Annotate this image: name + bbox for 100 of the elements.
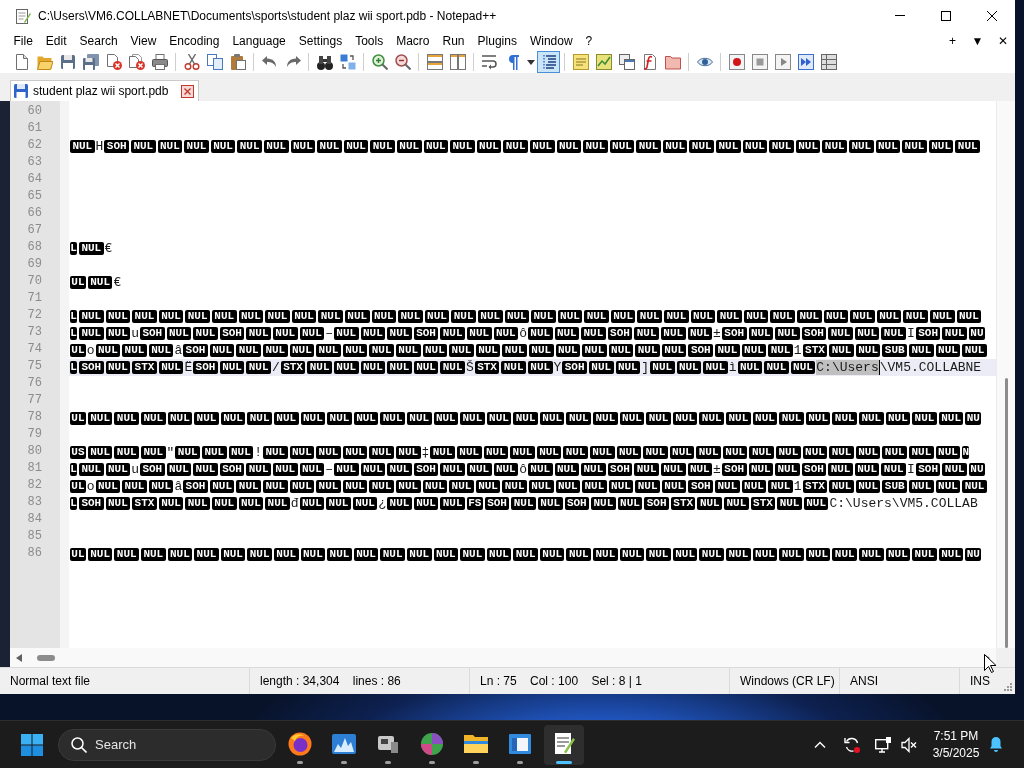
folder-icon xyxy=(664,54,681,70)
control-char-symbol: NUL xyxy=(289,446,315,459)
line-number: 60 xyxy=(26,104,43,120)
menu-item[interactable]: Window xyxy=(523,31,580,51)
control-char-symbol: NUL xyxy=(209,480,235,493)
line-number: 74 xyxy=(26,342,43,358)
vertical-scrollbar[interactable] xyxy=(996,101,1015,648)
control-char-symbol: NUL xyxy=(449,480,474,493)
control-char-symbol: NUL xyxy=(555,480,581,493)
notepad-app-button[interactable] xyxy=(544,724,584,765)
menu-item[interactable]: Edit xyxy=(39,31,74,51)
control-char-symbol: NUL xyxy=(272,463,298,476)
scrollbar-thumb[interactable] xyxy=(1004,378,1008,648)
left-arrow-icon[interactable] xyxy=(16,653,22,662)
mouse-pointer-icon xyxy=(984,654,996,673)
control-char-symbol: L xyxy=(70,497,77,510)
control-char-symbol: NUL xyxy=(493,463,519,476)
control-char-symbol: NUL xyxy=(220,412,246,425)
menu-item[interactable]: Plugins xyxy=(471,31,524,51)
close-icon xyxy=(987,10,997,21)
control-char-symbol: N xyxy=(962,446,970,459)
line-number: 63 xyxy=(26,155,43,171)
menu-item[interactable]: Macro xyxy=(389,31,436,51)
copy-icon xyxy=(206,54,223,70)
control-char-symbol: NUL xyxy=(211,310,237,323)
control-char-symbol: NUL xyxy=(333,361,359,374)
control-char-symbol: NUL xyxy=(527,327,553,340)
control-char-symbol: NUL xyxy=(456,446,482,459)
control-char-symbol: NUL xyxy=(849,140,874,153)
control-char-symbol: NUL xyxy=(387,327,412,340)
control-char-symbol: NUL xyxy=(265,310,290,323)
control-char-symbol: NUL xyxy=(344,310,370,323)
control-char-symbol: NUL xyxy=(636,140,661,153)
control-char-symbol: NUL xyxy=(660,463,686,476)
control-char-symbol: NUL xyxy=(660,327,686,340)
control-char-symbol: NUL xyxy=(483,446,509,459)
menu-item[interactable]: Encoding xyxy=(162,31,226,51)
control-char-symbol: FS xyxy=(466,497,483,510)
control-char-symbol: NUL xyxy=(724,497,749,510)
control-char-symbol: NUL xyxy=(194,412,219,425)
line-number: 86 xyxy=(26,546,43,562)
control-char-symbol: SOH xyxy=(193,361,218,374)
control-char-symbol: NUL xyxy=(430,446,455,459)
editor-text: Š xyxy=(465,360,474,375)
control-char-symbol: NUL xyxy=(185,497,210,510)
line-number: 70 xyxy=(26,274,43,290)
control-char-symbol: NUL xyxy=(413,497,439,510)
control-char-symbol: NUL xyxy=(859,412,884,425)
menu-item[interactable]: Search xyxy=(73,31,125,51)
control-char-symbol: NUL xyxy=(114,412,139,425)
control-char-symbol: NUL xyxy=(664,310,689,323)
monitor-icon xyxy=(875,736,891,753)
control-char-symbol: NUL xyxy=(326,497,351,510)
menu-item[interactable]: View xyxy=(124,31,163,51)
control-char-symbol: NUL xyxy=(316,480,341,493)
control-char-symbol: NUL xyxy=(935,480,961,493)
menu-item[interactable]: File xyxy=(7,31,40,51)
control-char-symbol: NUL xyxy=(741,344,767,357)
control-char-symbol: NUL xyxy=(238,497,264,510)
control-char-symbol: NUL xyxy=(829,446,854,459)
scrollbar-thumb[interactable] xyxy=(37,654,55,661)
tab-list-button[interactable]: ▼ xyxy=(965,31,990,51)
control-char-symbol: NUL xyxy=(105,361,131,374)
editor-text: â xyxy=(174,343,183,358)
control-char-symbol: NUL xyxy=(903,310,928,323)
window-icon xyxy=(508,731,532,756)
control-char-symbol: NUL xyxy=(360,463,386,476)
save-icon xyxy=(59,54,76,70)
control-char-symbol: NUL xyxy=(741,480,767,493)
control-char-symbol: NUL xyxy=(265,497,290,510)
control-char-symbol: NUL xyxy=(246,361,271,374)
menu-item[interactable]: ? xyxy=(579,31,599,51)
document-tab[interactable]: student plaz wii sport.pdb xyxy=(10,80,200,101)
resize-grip-icon[interactable] xyxy=(1004,683,1012,691)
control-char-symbol: NUL xyxy=(395,344,421,357)
control-char-symbol: NUL xyxy=(902,140,927,153)
new-tab-button[interactable]: + xyxy=(940,31,965,51)
zoom-in-icon xyxy=(371,54,388,70)
search-field[interactable]: Search xyxy=(58,728,276,761)
menu-item[interactable]: Language xyxy=(225,31,293,51)
line-number: 73 xyxy=(26,325,43,341)
muted-speaker-icon xyxy=(901,736,917,753)
menu-item[interactable]: Tools xyxy=(348,31,390,51)
control-char-symbol: NUL xyxy=(493,327,519,340)
control-char-symbol: SOH xyxy=(721,327,747,340)
side-by-side-windows-icon xyxy=(449,54,466,70)
horizontal-scrollbar[interactable] xyxy=(10,648,996,667)
close-icon[interactable] xyxy=(181,84,195,98)
line-chart-icon xyxy=(595,54,612,70)
control-char-symbol: NUL xyxy=(450,140,475,153)
line-number: 85 xyxy=(26,529,43,545)
control-char-symbol: NUL xyxy=(158,361,184,374)
indented-lines-button[interactable] xyxy=(537,51,560,73)
line-number: 84 xyxy=(26,512,43,528)
close-document-button[interactable]: ✕ xyxy=(990,31,1015,51)
menu-item[interactable]: Settings xyxy=(292,31,349,51)
control-char-symbol: SUB xyxy=(882,480,908,493)
control-char-symbol: NUL xyxy=(875,140,901,153)
menu-item[interactable]: Run xyxy=(436,31,472,51)
control-char-symbol: NUL xyxy=(555,344,581,357)
